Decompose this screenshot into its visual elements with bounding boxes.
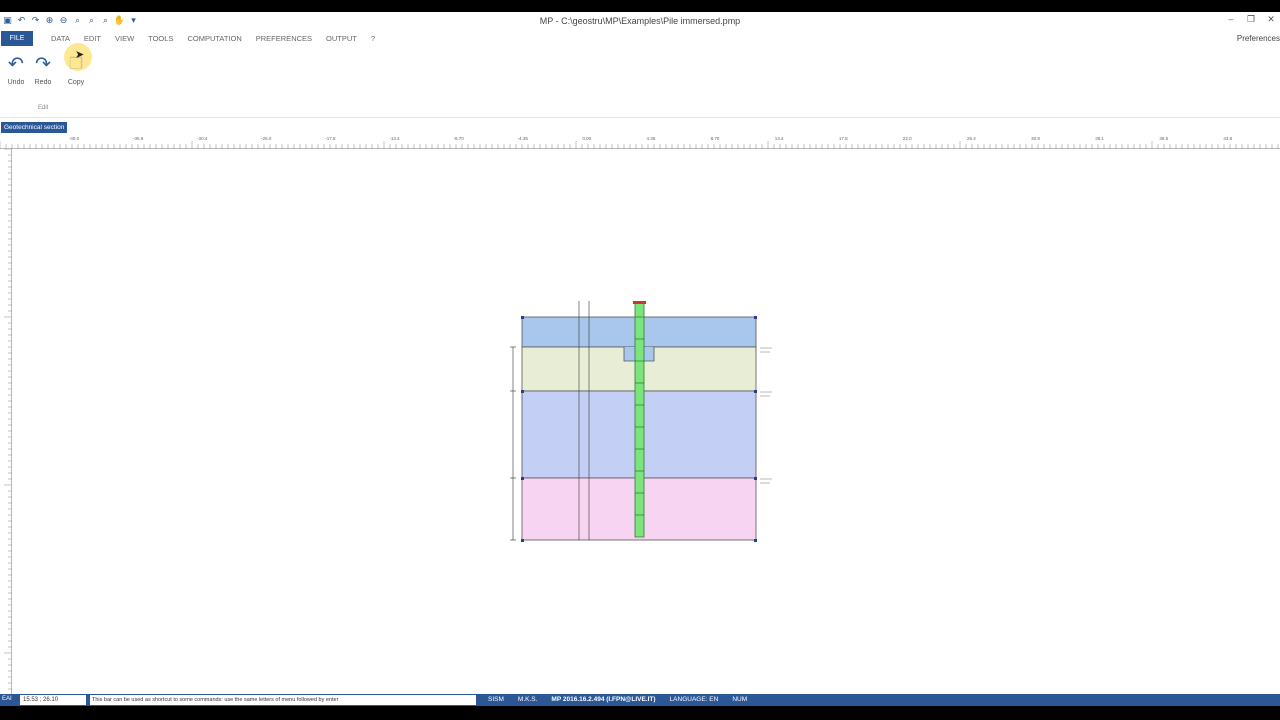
node[interactable] (521, 477, 524, 480)
tab-output[interactable]: OUTPUT (319, 34, 364, 43)
status-items: SISM M.K.S. MP 2016.16.2.494 (I.FPN@LIVE… (488, 696, 747, 703)
window-title: MP - C:\geostru\MP\Examples\Pile immerse… (539, 16, 741, 26)
ruler-label: 22.0 (903, 136, 912, 141)
ruler-ticks (0, 141, 1279, 149)
window-controls: – ❐ ✕ (1226, 15, 1276, 24)
ruler-svg: -40.0 -35.6 -30.4 -26.0 -17.8 -13.4 -8.70 -4.35… (0, 136, 1279, 149)
ribbon-panel: ↶ Undo ↷ Redo ❐ Copy Edit (0, 48, 1280, 118)
tab-edit[interactable]: EDIT (77, 34, 108, 43)
ruler-label: 4.35 (647, 136, 656, 141)
node[interactable] (521, 539, 524, 542)
node[interactable] (754, 477, 757, 480)
vruler-svg (4, 148, 12, 690)
ruler-label: -4.35 (518, 136, 529, 141)
undo-button[interactable]: ↶ Undo (3, 53, 29, 87)
ruler-label: -17.8 (325, 136, 336, 141)
minimize-button[interactable]: – (1226, 15, 1236, 24)
ruler-label: 30.8 (1031, 136, 1040, 141)
ruler-label: 13.4 (775, 136, 784, 141)
status-prefix: EAI (2, 696, 12, 702)
mp-application-window: ▣ ↶ ↷ ⊕ ⊖ ⌕ ⌕ ⌕ ✋ ▾ MP - C:\geostru\MP\E… (0, 12, 1280, 706)
status-language[interactable]: LANGUAGE: EN (670, 696, 719, 703)
preferences-link[interactable]: Preferences (1237, 34, 1280, 43)
ruler-labels: -40.0 -35.6 -30.4 -26.0 -17.8 -13.4 -8.70 -4.35… (69, 136, 1233, 141)
ruler-label: -35.6 (133, 136, 144, 141)
node[interactable] (754, 316, 757, 319)
ruler-label: -13.4 (389, 136, 400, 141)
tab-file[interactable]: FILE (1, 31, 33, 46)
status-version: MP 2016.16.2.494 (I.FPN@LIVE.IT) (551, 696, 655, 703)
cursor-coordinates: 15.53 ; 26.10 (20, 695, 86, 705)
ruler-label: 17.8 (839, 136, 848, 141)
node[interactable] (521, 390, 524, 393)
vertical-ruler (0, 148, 12, 694)
redo-icon: ↷ (35, 53, 51, 75)
redo-button[interactable]: ↷ Redo (30, 53, 56, 87)
video-letterbox-bottom (0, 706, 1280, 720)
undo-icon: ↶ (8, 53, 24, 75)
ruler-label: 0.00 (582, 136, 591, 141)
ruler-label: 43.8 (1223, 136, 1232, 141)
tab-computation[interactable]: COMPUTATION (180, 34, 248, 43)
node[interactable] (754, 539, 757, 542)
close-button[interactable]: ✕ (1266, 15, 1276, 24)
node[interactable] (754, 390, 757, 393)
status-num: NUM (732, 696, 748, 703)
ruler-label: 26.4 (967, 136, 976, 141)
ruler-label: 8.70 (711, 136, 720, 141)
ruler-label: -26.0 (261, 136, 272, 141)
redo-label: Redo (34, 79, 52, 86)
status-bar: EAI 15.53 ; 26.10 This bar can be used a… (0, 694, 1280, 706)
command-input-bar[interactable]: This bar can be used as shortcut to some… (90, 695, 476, 705)
geotechnical-drawing[interactable] (12, 149, 1280, 694)
tab-help[interactable]: ? (364, 34, 382, 43)
restore-button[interactable]: ❐ (1246, 15, 1256, 24)
horizontal-ruler: -40.0 -35.6 -30.4 -26.0 -17.8 -13.4 -8.70 -4.35… (0, 133, 1280, 149)
ruler-label: -30.4 (197, 136, 208, 141)
pile-shaft[interactable] (634, 302, 645, 538)
undo-label: Undo (7, 79, 25, 86)
ribbon-group-label: Edit (38, 105, 49, 111)
video-letterbox-top (0, 0, 1280, 12)
title-bar: ▣ ↶ ↷ ⊕ ⊖ ⌕ ⌕ ⌕ ✋ ▾ MP - C:\geostru\MP\E… (0, 12, 1280, 30)
pile-head[interactable] (633, 301, 646, 304)
status-sism[interactable]: SISM (488, 696, 504, 703)
version-text: MP 2016.16.2.494 (I.FPN@LIVE.IT) (551, 696, 656, 703)
ruler-label: -8.70 (453, 136, 464, 141)
vruler-ticks (4, 148, 12, 690)
drawing-canvas[interactable] (12, 149, 1280, 694)
tab-data[interactable]: DATA (44, 34, 77, 43)
ribbon-tab-bar: FILE DATA EDIT VIEW TOOLS COMPUTATION PR… (0, 30, 1280, 48)
layer-side-markers (760, 347, 772, 484)
tab-geotechnical-section[interactable]: Geotechnical section (1, 122, 68, 133)
ruler-label: 35.1 (1095, 136, 1104, 141)
tab-view[interactable]: VIEW (108, 34, 141, 43)
tab-tools[interactable]: TOOLS (141, 34, 180, 43)
node[interactable] (521, 316, 524, 319)
status-units[interactable]: M.K.S. (518, 696, 538, 703)
menu-tabs: DATA EDIT VIEW TOOLS COMPUTATION PREFERE… (44, 34, 382, 43)
tab-preferences[interactable]: PREFERENCES (249, 34, 319, 43)
mouse-pointer-icon: ➤ (75, 49, 85, 61)
ruler-label: -40.0 (69, 136, 80, 141)
copy-label: Copy (67, 79, 85, 86)
ruler-label: 39.5 (1159, 136, 1168, 141)
